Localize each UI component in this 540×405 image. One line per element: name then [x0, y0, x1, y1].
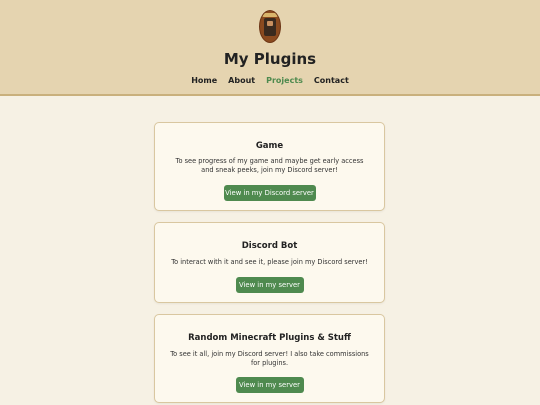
nav-about[interactable]: About — [228, 76, 255, 85]
view-server-button[interactable]: View in my server — [235, 377, 304, 393]
project-description: To see progress of my game and maybe get… — [175, 157, 364, 174]
site-header: My Plugins Home About Projects Contact — [0, 0, 540, 96]
project-card-game: Game To see progress of my game and mayb… — [154, 122, 385, 211]
nav-projects[interactable]: Projects — [266, 76, 303, 85]
logo-icon[interactable] — [259, 10, 281, 43]
project-description: To see it all, join my Discord server! I… — [170, 350, 369, 367]
view-discord-server-button[interactable]: View in my Discord server — [223, 185, 316, 201]
page-title: My Plugins — [223, 50, 317, 68]
project-description: To interact with it and see it, please j… — [171, 258, 368, 266]
view-server-button[interactable]: View in my server — [235, 277, 304, 293]
nav-home[interactable]: Home — [191, 76, 217, 85]
nav-contact[interactable]: Contact — [314, 76, 349, 85]
project-title: Random Minecraft Plugins & Stuff — [188, 333, 351, 343]
project-card-discord-bot: Discord Bot To interact with it and see … — [154, 222, 385, 303]
project-title: Discord Bot — [241, 241, 298, 251]
main-nav: Home About Projects Contact — [0, 76, 540, 85]
project-title: Game — [255, 141, 284, 151]
logo-face — [267, 21, 273, 26]
project-card-minecraft-plugins: Random Minecraft Plugins & Stuff To see … — [154, 314, 385, 403]
logo-ribbon — [262, 13, 278, 17]
